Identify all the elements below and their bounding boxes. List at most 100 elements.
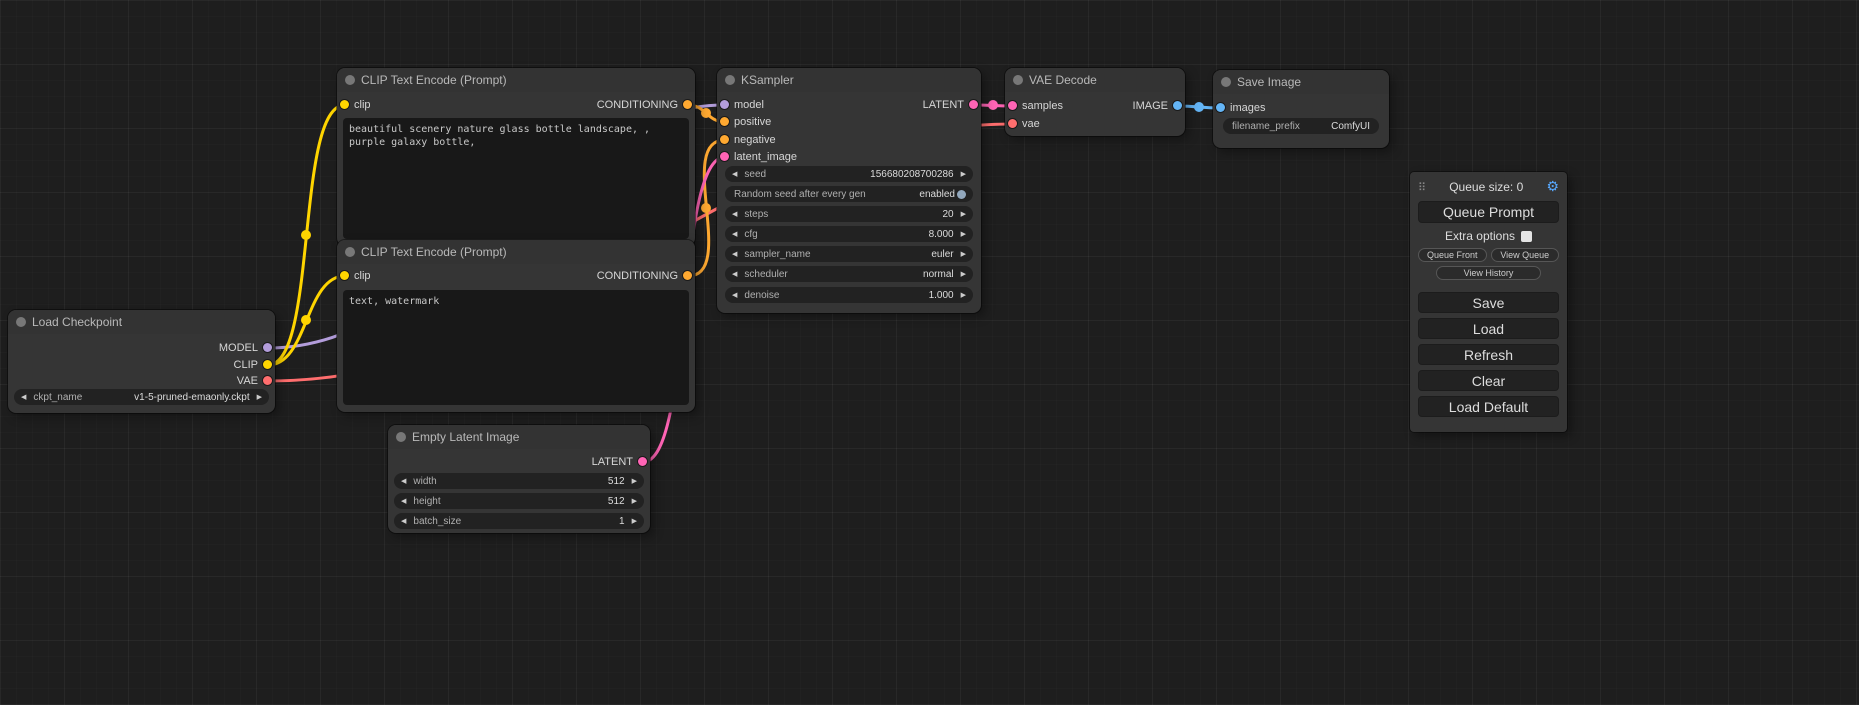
increment-arrow-icon[interactable]: ▶ xyxy=(632,473,637,489)
increment-arrow-icon[interactable]: ▶ xyxy=(961,287,966,303)
input-port-model[interactable] xyxy=(720,100,729,109)
node-collapse-dot[interactable] xyxy=(1221,77,1231,87)
output-port-vae[interactable] xyxy=(263,376,272,385)
input-port-latent-image[interactable] xyxy=(720,152,729,161)
increment-arrow-icon[interactable]: ▶ xyxy=(961,266,966,282)
output-port-latent[interactable] xyxy=(969,100,978,109)
view-queue-button[interactable]: View Queue xyxy=(1491,248,1560,262)
input-port-positive[interactable] xyxy=(720,117,729,126)
link-midpoint-dot xyxy=(1194,102,1204,112)
node-header[interactable]: VAE Decode xyxy=(1005,68,1185,92)
decrement-arrow-icon[interactable]: ◀ xyxy=(21,389,26,405)
node-header[interactable]: KSampler xyxy=(717,68,981,92)
clear-button[interactable]: Clear xyxy=(1418,370,1559,391)
decrement-arrow-icon[interactable]: ◀ xyxy=(732,166,737,182)
output-label-latent: LATENT xyxy=(923,98,964,112)
output-port-clip[interactable] xyxy=(263,360,272,369)
output-port-conditioning[interactable] xyxy=(683,271,692,280)
widget-value: 1 xyxy=(619,516,625,527)
input-label-samples: samples xyxy=(1022,99,1063,113)
node-header[interactable]: Save Image xyxy=(1213,70,1389,94)
widget-value: ComfyUI xyxy=(1331,121,1370,132)
node-collapse-dot[interactable] xyxy=(345,75,355,85)
random-seed-toggle-widget[interactable]: Random seed after every gen enabled xyxy=(725,186,973,202)
node-header[interactable]: Empty Latent Image xyxy=(388,425,650,449)
output-port-conditioning[interactable] xyxy=(683,100,692,109)
node-collapse-dot[interactable] xyxy=(16,317,26,327)
queue-prompt-button[interactable]: Queue Prompt xyxy=(1418,201,1559,223)
menu-drag-handle-icon[interactable]: ⠿ xyxy=(1418,181,1426,194)
negative-prompt-textarea[interactable]: text, watermark xyxy=(343,290,689,405)
view-history-button[interactable]: View History xyxy=(1436,266,1541,280)
node-title: VAE Decode xyxy=(1029,73,1097,87)
decrement-arrow-icon[interactable]: ◀ xyxy=(732,266,737,282)
node-collapse-dot[interactable] xyxy=(725,75,735,85)
decrement-arrow-icon[interactable]: ◀ xyxy=(401,473,406,489)
node-clip-text-encode-negative[interactable]: CLIP Text Encode (Prompt) clip CONDITION… xyxy=(337,240,695,412)
increment-arrow-icon[interactable]: ▶ xyxy=(961,246,966,262)
input-port-samples[interactable] xyxy=(1008,101,1017,110)
node-save-image[interactable]: Save Image images filename_prefix ComfyU… xyxy=(1213,70,1389,148)
extra-options-checkbox[interactable] xyxy=(1521,231,1532,242)
increment-arrow-icon[interactable]: ▶ xyxy=(257,389,262,405)
save-button[interactable]: Save xyxy=(1418,292,1559,313)
load-default-button[interactable]: Load Default xyxy=(1418,396,1559,417)
width-widget[interactable]: ◀ width 512 ▶ xyxy=(394,473,644,489)
output-port-model[interactable] xyxy=(263,343,272,352)
node-collapse-dot[interactable] xyxy=(1013,75,1023,85)
toggle-indicator-dot[interactable] xyxy=(957,190,966,199)
node-load-checkpoint[interactable]: Load Checkpoint MODEL CLIP VAE ◀ ckpt_na… xyxy=(8,310,275,413)
input-port-negative[interactable] xyxy=(720,135,729,144)
node-collapse-dot[interactable] xyxy=(396,432,406,442)
input-label-model: model xyxy=(734,98,764,112)
decrement-arrow-icon[interactable]: ◀ xyxy=(401,513,406,529)
cfg-widget[interactable]: ◀ cfg 8.000 ▶ xyxy=(725,226,973,242)
node-clip-text-encode-positive[interactable]: CLIP Text Encode (Prompt) clip CONDITION… xyxy=(337,68,695,246)
filename-prefix-widget[interactable]: filename_prefix ComfyUI xyxy=(1223,118,1379,134)
node-header[interactable]: Load Checkpoint xyxy=(8,310,275,334)
input-port-clip[interactable] xyxy=(340,100,349,109)
settings-gear-icon[interactable]: ⚙ xyxy=(1546,179,1559,195)
increment-arrow-icon[interactable]: ▶ xyxy=(632,513,637,529)
node-ksampler[interactable]: KSampler model positive negative latent_… xyxy=(717,68,981,313)
node-empty-latent-image[interactable]: Empty Latent Image LATENT ◀ width 512 ▶ … xyxy=(388,425,650,533)
refresh-button[interactable]: Refresh xyxy=(1418,344,1559,365)
node-header[interactable]: CLIP Text Encode (Prompt) xyxy=(337,68,695,92)
increment-arrow-icon[interactable]: ▶ xyxy=(632,493,637,509)
input-port-clip[interactable] xyxy=(340,271,349,280)
decrement-arrow-icon[interactable]: ◀ xyxy=(732,206,737,222)
widget-label: ckpt_name xyxy=(33,392,82,403)
increment-arrow-icon[interactable]: ▶ xyxy=(961,226,966,242)
node-vae-decode[interactable]: VAE Decode samples vae IMAGE xyxy=(1005,68,1185,136)
ckpt-name-widget[interactable]: ◀ ckpt_name v1-5-pruned-emaonly.ckpt ▶ xyxy=(14,389,269,405)
input-port-vae[interactable] xyxy=(1008,119,1017,128)
node-graph-canvas[interactable]: Load Checkpoint MODEL CLIP VAE ◀ ckpt_na… xyxy=(0,0,1859,705)
decrement-arrow-icon[interactable]: ◀ xyxy=(732,246,737,262)
widget-value: 156680208700286 xyxy=(870,169,953,180)
height-widget[interactable]: ◀ height 512 ▶ xyxy=(394,493,644,509)
input-port-images[interactable] xyxy=(1216,103,1225,112)
seed-widget[interactable]: ◀ seed 156680208700286 ▶ xyxy=(725,166,973,182)
sampler-name-widget[interactable]: ◀ sampler_name euler ▶ xyxy=(725,246,973,262)
denoise-widget[interactable]: ◀ denoise 1.000 ▶ xyxy=(725,287,973,303)
increment-arrow-icon[interactable]: ▶ xyxy=(961,166,966,182)
decrement-arrow-icon[interactable]: ◀ xyxy=(401,493,406,509)
load-button[interactable]: Load xyxy=(1418,318,1559,339)
output-port-latent[interactable] xyxy=(638,457,647,466)
queue-front-button[interactable]: Queue Front xyxy=(1418,248,1487,262)
decrement-arrow-icon[interactable]: ◀ xyxy=(732,226,737,242)
output-label-clip: CLIP xyxy=(234,358,258,372)
increment-arrow-icon[interactable]: ▶ xyxy=(961,206,966,222)
decrement-arrow-icon[interactable]: ◀ xyxy=(732,287,737,303)
output-port-image[interactable] xyxy=(1173,101,1182,110)
extra-options-label: Extra options xyxy=(1445,229,1515,243)
node-collapse-dot[interactable] xyxy=(345,247,355,257)
node-header[interactable]: CLIP Text Encode (Prompt) xyxy=(337,240,695,264)
widget-label: scheduler xyxy=(744,269,787,280)
widget-value: v1-5-pruned-emaonly.ckpt xyxy=(134,392,249,403)
positive-prompt-textarea[interactable]: beautiful scenery nature glass bottle la… xyxy=(343,118,689,239)
batch-size-widget[interactable]: ◀ batch_size 1 ▶ xyxy=(394,513,644,529)
scheduler-widget[interactable]: ◀ scheduler normal ▶ xyxy=(725,266,973,282)
widget-value: 1.000 xyxy=(929,290,954,301)
steps-widget[interactable]: ◀ steps 20 ▶ xyxy=(725,206,973,222)
